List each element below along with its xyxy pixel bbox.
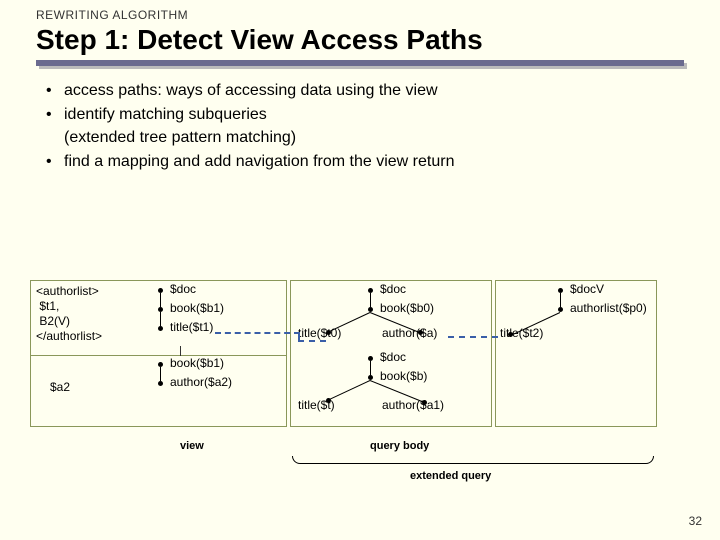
caption-view: view (180, 440, 204, 452)
slide-title: Step 1: Detect View Access Paths (36, 24, 483, 56)
c2-doc2: $doc (380, 350, 406, 364)
dash-connector (215, 332, 300, 334)
diagram-area: <authorlist> $t1, B2(V) </authorlist> $a… (30, 280, 690, 520)
c2-title0: title($t0) (298, 326, 341, 340)
bullet-3: find a mapping and add navigation from t… (64, 151, 454, 173)
c1-book2: book($b1) (170, 356, 224, 370)
c2-title-t: title($t) (298, 398, 335, 412)
c3-title: title($t2) (500, 326, 543, 340)
bullet-2-cont: (extended tree pattern matching) (64, 127, 296, 149)
c2-book: book($b0) (380, 301, 434, 315)
c1-doc: $doc (170, 282, 196, 296)
view-src-4: </authorlist> (36, 329, 102, 343)
c1-book: book($b1) (170, 301, 224, 315)
c3-docv: $docV (570, 282, 604, 296)
c3-authorlist: authorlist($p0) (570, 301, 647, 315)
view-src-1: <authorlist> (36, 284, 99, 298)
bullet-2: identify matching subqueries (64, 104, 267, 126)
caption-qbody: query body (370, 440, 429, 452)
extended-brace (292, 456, 654, 464)
title-underline (36, 60, 684, 66)
c2-doc: $doc (380, 282, 406, 296)
a2-label: $a2 (50, 380, 70, 394)
c1-author: author($a2) (170, 375, 232, 389)
c1-title: title($t1) (170, 320, 213, 334)
bullet-1: access paths: ways of accessing data usi… (64, 80, 438, 102)
view-src-3: B2(V) (36, 314, 70, 328)
map-arrow (180, 346, 181, 356)
c2-author-a: author($a) (382, 326, 437, 340)
page-number: 32 (689, 514, 702, 528)
view-src-2: $t1, (36, 299, 59, 313)
caption-ext: extended query (410, 470, 491, 482)
slide-subtitle: REWRITING ALGORITHM (36, 8, 188, 22)
c2-author-a1: author($a1) (382, 398, 444, 412)
bullet-list: •access paths: ways of accessing data us… (46, 80, 666, 174)
c2-bookb: book($b) (380, 369, 427, 383)
